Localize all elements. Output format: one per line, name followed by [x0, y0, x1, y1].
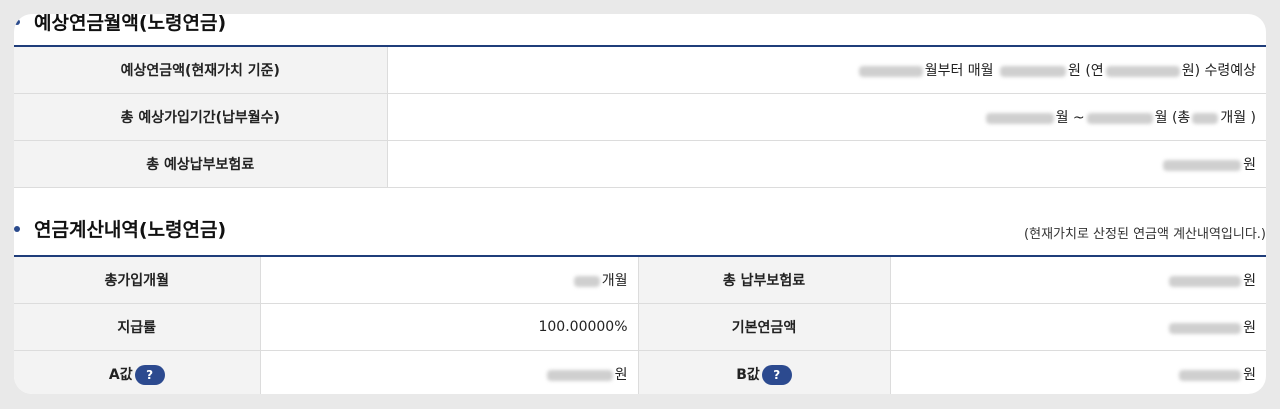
row-label: 예상연금액(현재가치 기준) — [14, 47, 388, 94]
pension-card: 예상연금월액(노령연금) 예상연금액(현재가치 기준) 월부터 매월 원 (연 원… — [14, 14, 1266, 394]
row-value: 월부터 매월 원 (연 원) 수령예상 — [387, 47, 1266, 94]
table-row: A값? 원 B값? 원 — [14, 350, 1266, 394]
value-text: 월부터 매월 — [924, 63, 994, 79]
row-value: 원 — [890, 303, 1266, 351]
redacted-value — [1086, 112, 1153, 124]
pension-calculation-table: 총가입개월 개월 총 납부보험료 원 지급률 100.00000% 기본연금액 … — [14, 257, 1266, 394]
section-title-pension-calculation: 연금계산내역(노령연금) — [14, 215, 226, 242]
redacted-value — [985, 112, 1054, 124]
row-label: 총가입개월 — [14, 257, 261, 304]
value-text: 원 — [1243, 157, 1256, 173]
redacted-value — [1163, 159, 1242, 171]
value-text: 개월 — [601, 273, 628, 289]
row-label: 총 납부보험료 — [638, 257, 891, 304]
row-value: 원 — [890, 350, 1266, 394]
expected-pension-table: 예상연금액(현재가치 기준) 월부터 매월 원 (연 원) 수령예상 총 예상가입… — [14, 47, 1266, 188]
row-value: 원 — [260, 350, 639, 394]
redacted-value — [1192, 112, 1219, 124]
redacted-value — [1169, 275, 1242, 287]
row-label: 기본연금액 — [638, 303, 891, 351]
value-text: 원 — [1243, 367, 1256, 383]
row-label: 총 예상납부보험료 — [14, 140, 388, 188]
row-value: 원 — [890, 257, 1266, 304]
row-value: 월 ~ 월 (총 개월 ) — [387, 93, 1266, 141]
redacted-value — [1105, 65, 1180, 77]
bullet-icon — [14, 225, 20, 232]
row-value: 개월 — [260, 257, 639, 304]
bullet-icon — [14, 18, 20, 25]
row-value: 100.00000% — [260, 303, 639, 351]
value-text: 월 (총 — [1154, 110, 1191, 126]
value-text: 개월 ) — [1220, 110, 1256, 126]
value-text: 원 — [614, 367, 628, 383]
row-label: 지급률 — [14, 303, 261, 351]
table-row: 예상연금액(현재가치 기준) 월부터 매월 원 (연 원) 수령예상 — [14, 47, 1266, 94]
value-text: 원) 수령예상 — [1181, 63, 1256, 79]
redacted-value — [573, 275, 600, 287]
table-row: 총가입개월 개월 총 납부보험료 원 — [14, 257, 1266, 304]
help-button-b[interactable]: ? — [761, 364, 792, 385]
table-row: 총 예상납부보험료 원 — [14, 140, 1266, 188]
row-value: 원 — [387, 140, 1266, 188]
row-label: 총 예상가입기간(납부월수) — [14, 93, 388, 141]
section-title-expected-pension: 예상연금월액(노령연금) — [14, 14, 226, 35]
redacted-value — [546, 369, 613, 381]
redacted-value — [1179, 369, 1242, 381]
row-label: A값? — [14, 350, 261, 394]
value-text: 원 — [1243, 320, 1256, 336]
label-text: B값 — [736, 366, 760, 383]
section-title-text: 예상연금월액(노령연금) — [34, 14, 227, 34]
redacted-value — [1169, 322, 1242, 334]
calculation-note: (현재가치로 산정된 연금액 계산내역입니다.) — [1024, 227, 1266, 242]
section-title-text: 연금계산내역(노령연금) — [34, 219, 227, 241]
value-text: 원 — [1243, 273, 1256, 289]
redacted-value — [858, 65, 923, 77]
row-label: B값? — [638, 350, 891, 394]
redacted-value — [1000, 65, 1066, 77]
help-button-a[interactable]: ? — [134, 364, 165, 385]
value-text: 원 (연 — [1068, 63, 1104, 79]
table-row: 총 예상가입기간(납부월수) 월 ~ 월 (총 개월 ) — [14, 93, 1266, 141]
label-text: A값 — [108, 366, 133, 383]
table-row: 지급률 100.00000% 기본연금액 원 — [14, 303, 1266, 351]
value-text: 월 ~ — [1055, 110, 1085, 126]
